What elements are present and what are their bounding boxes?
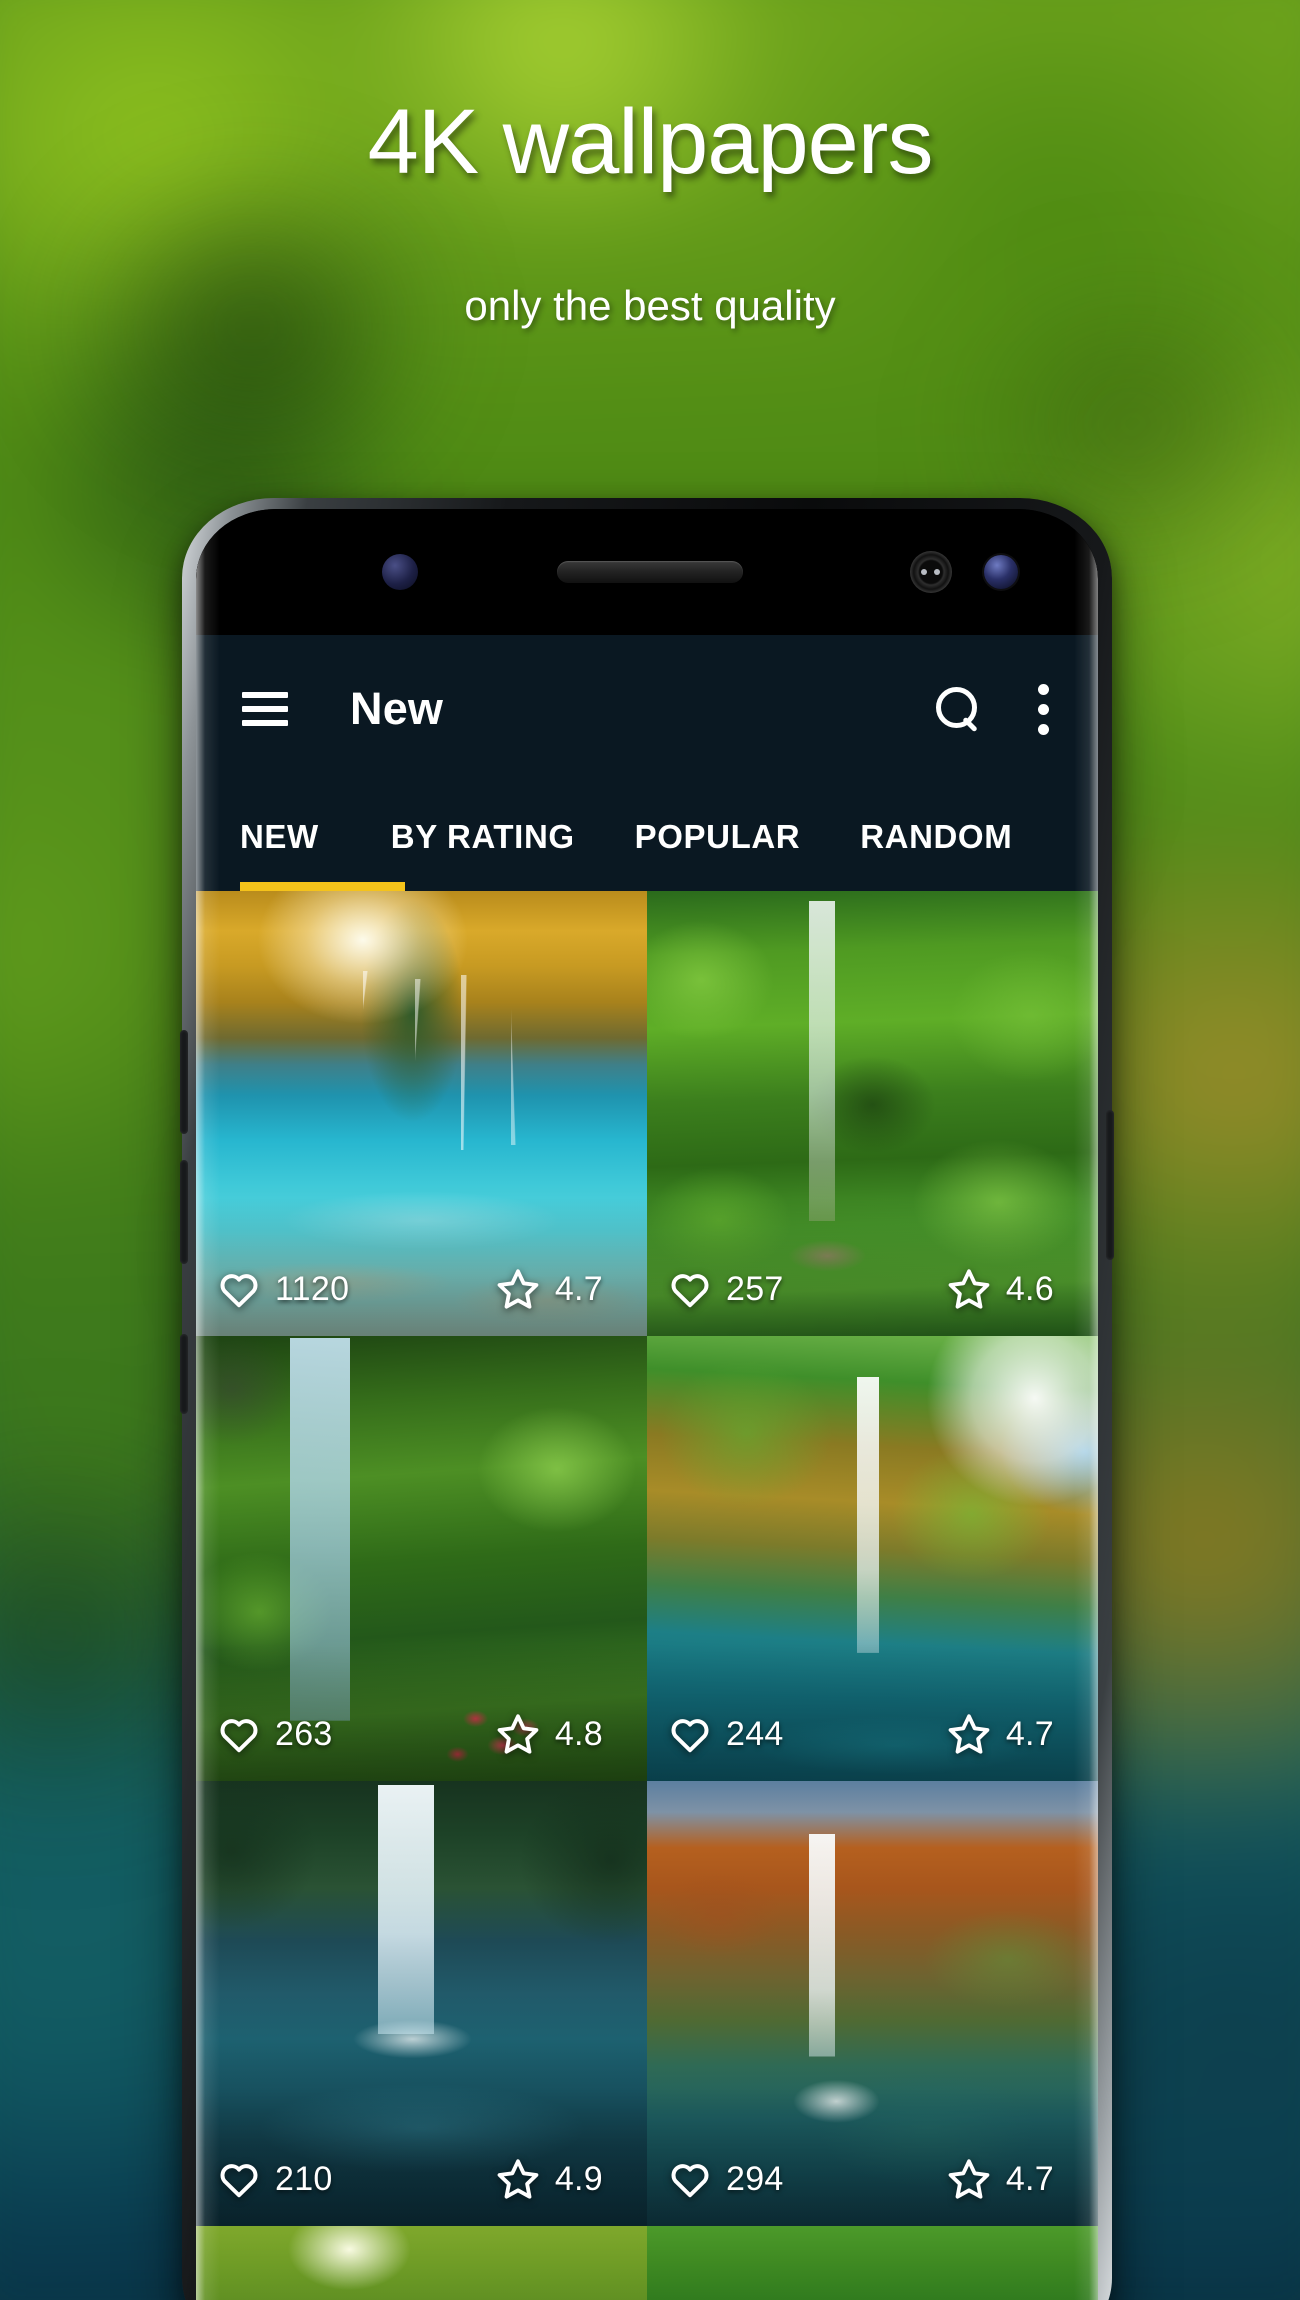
proximity-sensor-icon <box>382 554 418 590</box>
heart-icon <box>218 1715 260 1753</box>
search-icon[interactable] <box>934 686 980 732</box>
app-screen: New NEW BY RATING POPULAR RANDOM 1120 4.… <box>196 635 1098 2300</box>
favorite-count: 210 <box>275 2159 333 2198</box>
rating-value: 4.7 <box>1005 1714 1054 1753</box>
tile-gradient-overlay <box>196 1198 647 1336</box>
favorite-stat[interactable]: 263 <box>218 1715 333 1754</box>
rating-value: 4.9 <box>554 2159 603 2198</box>
heart-icon <box>669 1715 711 1753</box>
wallpaper-tile-partial[interactable] <box>647 2226 1098 2300</box>
tab-random[interactable]: RANDOM <box>830 818 1042 856</box>
rating-stat: 4.7 <box>496 1268 603 1310</box>
favorite-stat[interactable]: 210 <box>218 2160 333 2199</box>
tab-by-rating[interactable]: BY RATING <box>361 818 605 856</box>
wallpaper-tile[interactable]: 244 4.7 <box>647 1336 1098 1781</box>
rating-value: 4.6 <box>1005 1269 1054 1308</box>
favorite-count: 294 <box>726 2159 784 2198</box>
phone-screen-glass: New NEW BY RATING POPULAR RANDOM 1120 4.… <box>196 509 1098 2300</box>
app-bar-title: New <box>350 683 444 734</box>
power-button[interactable] <box>1106 1110 1114 1260</box>
favorite-stat[interactable]: 257 <box>669 1270 784 1309</box>
wallpaper-grid: 1120 4.7 257 4.6 263 4.8 244 4.7 210 4.9 294 4.7 <box>196 891 1098 2300</box>
app-bar-actions <box>934 680 1052 739</box>
tile-stats: 1120 4.7 <box>196 1268 647 1310</box>
favorite-count: 244 <box>726 1714 784 1753</box>
favorite-count: 257 <box>726 1269 784 1308</box>
wallpaper-thumbnail <box>196 2226 647 2300</box>
overflow-dot <box>1038 683 1049 695</box>
front-camera-icon <box>984 555 1018 589</box>
rating-stat: 4.7 <box>947 2158 1054 2200</box>
hamburger-line <box>242 706 288 712</box>
rating-stat: 4.6 <box>947 1268 1054 1310</box>
rating-value: 4.7 <box>554 1269 603 1308</box>
phone-mockup: New NEW BY RATING POPULAR RANDOM 1120 4.… <box>180 498 1114 2300</box>
promo-title: 4K wallpapers <box>367 91 934 193</box>
tile-stats: 244 4.7 <box>647 1713 1098 1755</box>
tile-gradient-overlay <box>647 2088 1098 2226</box>
promo-subtitle: only the best quality <box>464 282 836 329</box>
star-icon <box>947 2158 991 2200</box>
hamburger-icon[interactable] <box>242 692 288 726</box>
wallpaper-tile[interactable]: 210 4.9 <box>196 1781 647 2226</box>
heart-icon <box>669 2160 711 2198</box>
tile-gradient-overlay <box>647 1643 1098 1781</box>
active-tab-indicator <box>240 882 405 891</box>
tile-gradient-overlay <box>647 1198 1098 1336</box>
earpiece-speaker-icon <box>557 561 743 583</box>
tab-popular[interactable]: POPULAR <box>605 818 831 856</box>
wallpaper-tile[interactable]: 1120 4.7 <box>196 891 647 1336</box>
app-bar: New <box>196 635 1098 783</box>
tile-stats: 294 4.7 <box>647 2158 1098 2200</box>
rating-stat: 4.9 <box>496 2158 603 2200</box>
star-icon <box>947 1268 991 1310</box>
rating-stat: 4.8 <box>496 1713 603 1755</box>
wallpaper-tile-partial[interactable] <box>196 2226 647 2300</box>
iris-scanner-icon <box>910 551 952 593</box>
tile-gradient-overlay <box>196 1643 647 1781</box>
wallpaper-tile[interactable]: 294 4.7 <box>647 1781 1098 2226</box>
favorite-stat[interactable]: 244 <box>669 1715 784 1754</box>
wallpaper-thumbnail <box>647 2226 1098 2300</box>
rating-value: 4.7 <box>1005 2159 1054 2198</box>
star-icon <box>496 1268 540 1310</box>
volume-up-button[interactable] <box>180 1030 188 1134</box>
tab-bar: NEW BY RATING POPULAR RANDOM <box>196 783 1098 891</box>
overflow-dot <box>1038 703 1049 715</box>
phone-top-bezel <box>196 509 1098 635</box>
favorite-stat[interactable]: 1120 <box>218 1270 349 1309</box>
volume-down-button[interactable] <box>180 1160 188 1264</box>
hamburger-line <box>242 692 288 698</box>
favorite-stat[interactable]: 294 <box>669 2160 784 2199</box>
star-icon <box>947 1713 991 1755</box>
heart-icon <box>669 1270 711 1308</box>
favorite-count: 1120 <box>275 1269 350 1308</box>
overflow-dot <box>1038 723 1049 735</box>
wallpaper-tile[interactable]: 257 4.6 <box>647 891 1098 1336</box>
heart-icon <box>218 1270 260 1308</box>
wallpaper-tile[interactable]: 263 4.8 <box>196 1336 647 1781</box>
tile-stats: 263 4.8 <box>196 1713 647 1755</box>
favorite-count: 263 <box>275 1714 333 1753</box>
hamburger-line <box>242 720 288 726</box>
rating-value: 4.8 <box>554 1714 603 1753</box>
tile-stats: 210 4.9 <box>196 2158 647 2200</box>
bixby-button[interactable] <box>180 1334 188 1414</box>
rating-stat: 4.7 <box>947 1713 1054 1755</box>
tile-gradient-overlay <box>196 2088 647 2226</box>
heart-icon <box>218 2160 260 2198</box>
star-icon <box>496 1713 540 1755</box>
tile-stats: 257 4.6 <box>647 1268 1098 1310</box>
overflow-menu-icon[interactable] <box>1024 680 1052 739</box>
tab-new[interactable]: NEW <box>240 818 361 856</box>
star-icon <box>496 2158 540 2200</box>
